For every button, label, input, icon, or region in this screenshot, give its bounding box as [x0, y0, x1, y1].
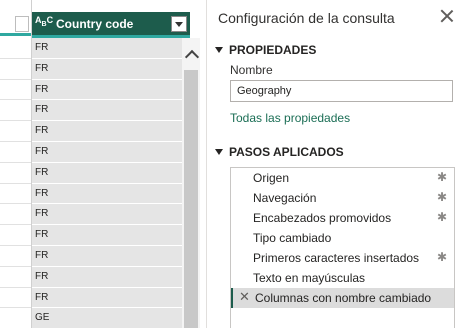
previous-column-cells	[0, 38, 31, 328]
all-properties-link[interactable]: Todas las propiedades	[230, 111, 350, 125]
applied-step-item[interactable]: Navegación ✱	[231, 188, 454, 208]
table-cell[interactable]: FR	[32, 162, 190, 184]
column-cells: FR FR FR FR FR FR FR FR FR FR FR FR FR GE	[32, 38, 190, 328]
previous-column	[0, 0, 32, 328]
table-cell[interactable]	[0, 204, 31, 226]
applied-step-item[interactable]: Texto en mayúsculas	[231, 268, 454, 288]
pane-title: Configuración de la consulta	[218, 10, 395, 26]
table-cell[interactable]: FR	[32, 79, 190, 101]
text-type-icon[interactable]: ABC	[35, 16, 53, 29]
applied-step-label: Origen	[253, 171, 290, 185]
table-cell[interactable]	[0, 225, 31, 246]
step-settings-gear-icon[interactable]: ✱	[437, 210, 447, 224]
applied-step-item[interactable]: Tipo cambiado	[231, 228, 454, 248]
table-cell[interactable]	[0, 246, 31, 267]
scroll-up-arrow-icon[interactable]	[184, 49, 200, 65]
collapse-triangle-icon[interactable]	[215, 47, 223, 53]
applied-step-label: Encabezados promovidos	[253, 211, 392, 225]
properties-section-header[interactable]: PROPIEDADES	[215, 43, 316, 57]
properties-heading: PROPIEDADES	[229, 43, 317, 57]
scrollbar-thumb[interactable]	[184, 70, 198, 328]
table-cell[interactable]: FR	[32, 58, 190, 80]
step-settings-gear-icon[interactable]: ✱	[437, 170, 447, 184]
previous-column-dropdown-icon[interactable]	[15, 16, 29, 32]
column-filter-dropdown-icon[interactable]	[171, 16, 187, 32]
name-label: Nombre	[230, 63, 273, 77]
applied-step-label: Columnas con nombre cambiado	[255, 291, 432, 305]
applied-steps-section-header[interactable]: PASOS APLICADOS	[215, 145, 344, 159]
step-settings-gear-icon[interactable]: ✱	[437, 250, 447, 264]
table-cell[interactable]: FR	[32, 266, 190, 288]
applied-step-item[interactable]: Origen ✱	[231, 168, 454, 188]
table-cell[interactable]: FR	[32, 183, 190, 205]
applied-steps-list: Origen ✱ Navegación ✱ Encabezados promovidos…	[230, 167, 455, 328]
table-cell[interactable]	[0, 184, 31, 205]
table-cell[interactable]: FR	[32, 121, 190, 142]
table-cell[interactable]	[0, 59, 31, 80]
close-icon[interactable]	[439, 8, 455, 24]
country-code-column: ABC Country code FR FR FR FR FR FR FR FR FR FR FR F…	[32, 0, 190, 328]
previous-column-quality-bar	[0, 33, 31, 36]
applied-steps-heading: PASOS APLICADOS	[229, 145, 344, 159]
table-cell[interactable]: FR	[32, 141, 190, 163]
vertical-scrollbar[interactable]	[182, 38, 200, 328]
table-cell[interactable]	[0, 38, 31, 59]
step-settings-gear-icon[interactable]: ✱	[437, 190, 447, 204]
applied-step-item[interactable]: Primeros caracteres insertados ✱	[231, 248, 454, 268]
collapse-triangle-icon[interactable]	[215, 149, 223, 155]
table-cell[interactable]: FR	[32, 204, 190, 226]
table-cell[interactable]	[0, 288, 31, 309]
applied-step-label: Tipo cambiado	[253, 231, 332, 245]
query-name-input[interactable]	[230, 80, 453, 102]
table-cell[interactable]	[0, 163, 31, 184]
table-cell[interactable]	[0, 121, 31, 142]
applied-step-label: Navegación	[253, 191, 317, 205]
applied-step-label: Texto en mayúsculas	[253, 271, 366, 285]
applied-step-item[interactable]: Encabezados promovidos ✱	[231, 208, 454, 228]
table-cell[interactable]	[0, 267, 31, 288]
table-cell[interactable]: FR	[32, 225, 190, 246]
table-cell[interactable]: FR	[32, 100, 190, 122]
table-cell[interactable]	[0, 308, 31, 328]
table-cell[interactable]: GE	[32, 308, 190, 328]
table-cell[interactable]: FR	[32, 245, 190, 267]
applied-step-label: Primeros caracteres insertados	[253, 251, 420, 265]
applied-step-item[interactable]: ✕ Columnas con nombre cambiado	[231, 288, 454, 308]
table-cell[interactable]	[0, 80, 31, 101]
data-grid: ABC Country code FR FR FR FR FR FR FR FR FR FR FR F…	[0, 0, 200, 328]
table-cell[interactable]: FR	[32, 38, 190, 59]
column-header[interactable]: ABC Country code	[32, 12, 190, 35]
table-cell[interactable]	[0, 142, 31, 163]
column-title: Country code	[56, 17, 134, 31]
delete-step-icon[interactable]: ✕	[239, 289, 250, 305]
table-cell[interactable]: FR	[32, 287, 190, 309]
table-cell[interactable]	[0, 100, 31, 122]
query-settings-pane: Configuración de la consulta PROPIEDADES…	[206, 0, 462, 328]
